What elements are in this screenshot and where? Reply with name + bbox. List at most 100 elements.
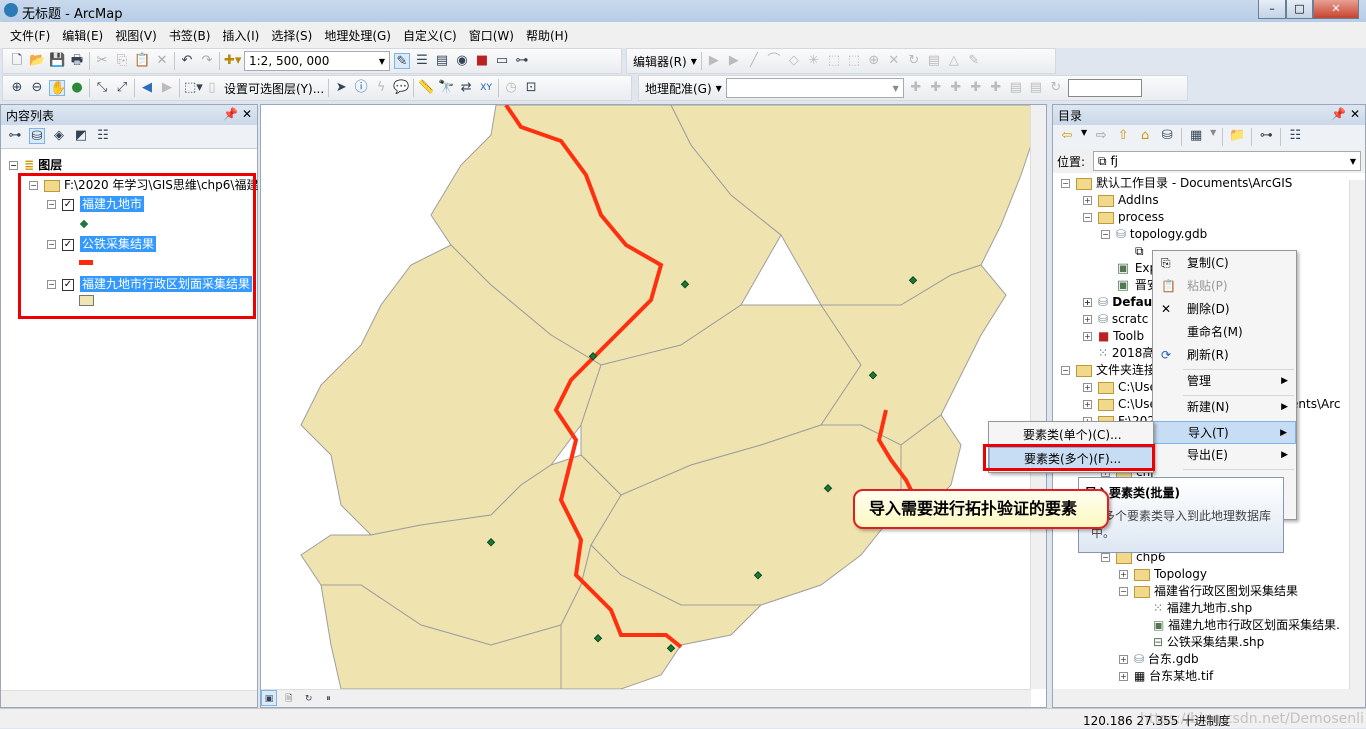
measure-icon[interactable]: 📏 — [418, 80, 434, 96]
construction-icon[interactable]: ◇ — [786, 53, 802, 69]
create-features-icon[interactable]: ✎ — [966, 53, 982, 69]
catalog-item[interactable]: + ■ Toolb — [1083, 328, 1144, 345]
add-control-points-icon[interactable]: ✚ — [908, 80, 924, 96]
catalog-icon[interactable]: ▤ — [434, 53, 450, 69]
forward-icon[interactable]: ⇨ — [1093, 128, 1109, 144]
rotate-georef-icon[interactable]: ↻ — [1048, 80, 1064, 96]
minimize-button[interactable]: – — [1258, 0, 1286, 19]
html-popup-icon[interactable]: 💬 — [393, 80, 409, 96]
annotation-edit-icon[interactable]: ▶ — [726, 53, 742, 69]
catalog-horizontal-scrollbar[interactable] — [1053, 689, 1365, 707]
views-icon[interactable]: ▦ — [1188, 128, 1204, 144]
georef-value-input[interactable] — [1067, 79, 1142, 97]
python-icon[interactable]: ▭ — [494, 53, 510, 69]
catalog-item-selected[interactable]: ⧉ — [1135, 243, 1144, 260]
delete-link-icon[interactable]: ✚ — [988, 80, 1004, 96]
menu-bookmarks[interactable]: 书签(B) — [163, 22, 217, 48]
catalog-item[interactable]: + ⛁ Defau — [1083, 294, 1152, 311]
hyperlink-icon[interactable]: ϟ — [373, 80, 389, 96]
menu-windows[interactable]: 窗口(W) — [463, 22, 520, 48]
select-link-icon[interactable]: ✚ — [948, 80, 964, 96]
home-icon[interactable]: ⌂ — [1137, 128, 1153, 144]
catalog-item[interactable]: + C:\Use — [1083, 396, 1157, 413]
menu-insert[interactable]: 插入(I) — [216, 22, 265, 48]
catalog-item[interactable]: ▣ 福建九地市行政区划面采集结果. — [1153, 617, 1340, 634]
catalog-options-icon[interactable]: ☷ — [1287, 128, 1303, 144]
reshape-icon[interactable]: ⬚ — [846, 53, 862, 69]
zoom-to-link-icon[interactable]: ✚ — [968, 80, 984, 96]
full-extent-icon[interactable]: ● — [69, 80, 85, 96]
find-icon[interactable]: 🔭 — [438, 80, 454, 96]
sketch-properties-icon[interactable]: △ — [946, 53, 962, 69]
delete-icon[interactable]: ✕ — [154, 53, 170, 69]
catalog-item[interactable]: + Topology — [1119, 566, 1207, 583]
catalog-item[interactable]: ⁙ 2018高 — [1098, 345, 1154, 362]
catalog-item[interactable]: + ⛁ scratc — [1083, 311, 1148, 328]
catalog-item[interactable]: + ▦ 台东某地.tif — [1119, 668, 1213, 685]
menu-item-rename[interactable]: 重命名(M) — [1153, 321, 1296, 344]
connect-folder-icon[interactable]: 📁 — [1229, 128, 1245, 144]
toc-horizontal-scrollbar[interactable] — [1, 690, 257, 707]
list-by-source-icon[interactable]: ⛁ — [29, 128, 45, 144]
search-window-icon[interactable]: ◉ — [454, 53, 470, 69]
add-data-icon[interactable]: ✚▾ — [224, 53, 241, 69]
options-icon[interactable]: ☷ — [95, 128, 111, 144]
catalog-item[interactable]: ▣ Exp — [1115, 260, 1157, 277]
identify-icon[interactable]: ⓘ — [353, 80, 369, 96]
menu-view[interactable]: 视图(V) — [109, 22, 163, 48]
list-by-visibility-icon[interactable]: ◈ — [51, 128, 67, 144]
forward-extent-icon[interactable]: ▶ — [159, 80, 175, 96]
layers-root[interactable]: − ≣ 图层 — [9, 157, 62, 174]
catalog-item[interactable]: − process — [1083, 209, 1164, 226]
straight-segment-icon[interactable]: ╱ — [746, 53, 762, 69]
menu-edit[interactable]: 编辑(E) — [56, 22, 109, 48]
catalog-item[interactable]: − ⛁ topology.gdb — [1101, 226, 1207, 243]
edit-vertices-icon[interactable]: ⬚ — [826, 53, 842, 69]
menu-item-export[interactable]: 导出(E) ▶ — [1153, 444, 1296, 467]
print-icon[interactable]: 🖶 — [69, 53, 85, 69]
catalog-item[interactable]: − 福建省行政区图划采集结果 — [1119, 583, 1298, 600]
catalog-item[interactable]: − 默认工作目录 - Documents\ArcGIS — [1061, 175, 1292, 192]
attributes-icon[interactable]: ▤ — [926, 53, 942, 69]
list-by-selection-icon[interactable]: ◩ — [73, 128, 89, 144]
toggle-contents-icon[interactable]: ⊶ — [1258, 128, 1274, 144]
new-icon[interactable]: 🗋 — [9, 53, 25, 69]
menu-help[interactable]: 帮助(H) — [520, 22, 574, 48]
undo-icon[interactable]: ↶ — [179, 53, 195, 69]
map-horizontal-scrollbar[interactable]: ▣ 🗎 ↻ ⏸ — [261, 689, 1031, 707]
set-selectable-layers-button[interactable]: 设置可选图层(Y)... — [224, 80, 324, 97]
fixed-zoom-out-icon[interactable]: ⤢ — [114, 80, 130, 96]
edit-tool-icon[interactable]: ▶ — [706, 53, 722, 69]
back-icon[interactable]: ⇦ — [1059, 128, 1075, 144]
georeferencing-menu[interactable]: 地理配准(G) — [645, 80, 712, 97]
split-icon[interactable]: ✳ — [806, 53, 822, 69]
zoom-out-icon[interactable]: ⊖ — [29, 80, 45, 96]
menu-geoprocessing[interactable]: 地理处理(G) — [318, 22, 397, 48]
list-by-drawing-order-icon[interactable]: ⊶ — [7, 128, 23, 144]
menu-item-new[interactable]: 新建(N) ▶ — [1153, 396, 1296, 419]
viewer-icon[interactable]: ▤ — [1008, 80, 1024, 96]
catalog-item[interactable]: + C:\Use — [1083, 379, 1157, 396]
layout-view-icon[interactable]: 🗎 — [281, 691, 297, 707]
menu-selection[interactable]: 选择(S) — [265, 22, 318, 48]
end-point-arc-icon[interactable]: ⌒ — [766, 53, 782, 69]
link-table-icon[interactable]: ▤ — [1028, 80, 1044, 96]
rotate-icon[interactable]: ↻ — [906, 53, 922, 69]
location-combo[interactable]: ⧉ fj ▼ — [1093, 151, 1361, 171]
pause-drawing-icon[interactable]: ⏸ — [320, 691, 336, 707]
paste-icon[interactable]: 📋 — [134, 53, 150, 69]
menu-item-copy[interactable]: ⎘ 复制(C) — [1153, 252, 1296, 275]
redo-icon[interactable]: ↷ — [199, 53, 215, 69]
fixed-zoom-in-icon[interactable]: ⤡ — [94, 80, 110, 96]
copy-icon[interactable]: ⎘ — [114, 53, 130, 69]
up-one-level-icon[interactable]: ⇧ — [1115, 128, 1131, 144]
menu-item-refresh[interactable]: ⟳ 刷新(R) — [1153, 344, 1296, 367]
pin-icon[interactable]: 📌 — [1331, 107, 1346, 121]
split-tool-icon[interactable]: ✕ — [886, 53, 902, 69]
menu-item-import[interactable]: 导入(T) ▶ — [1153, 421, 1296, 444]
modelbuilder-icon[interactable]: ⊶ — [514, 53, 530, 69]
refresh-view-icon[interactable]: ↻ — [301, 691, 317, 707]
go-to-xy-icon[interactable]: XY — [478, 80, 494, 96]
auto-registration-icon[interactable]: ✚ — [928, 80, 944, 96]
close-button[interactable]: ✕ — [1313, 0, 1359, 19]
